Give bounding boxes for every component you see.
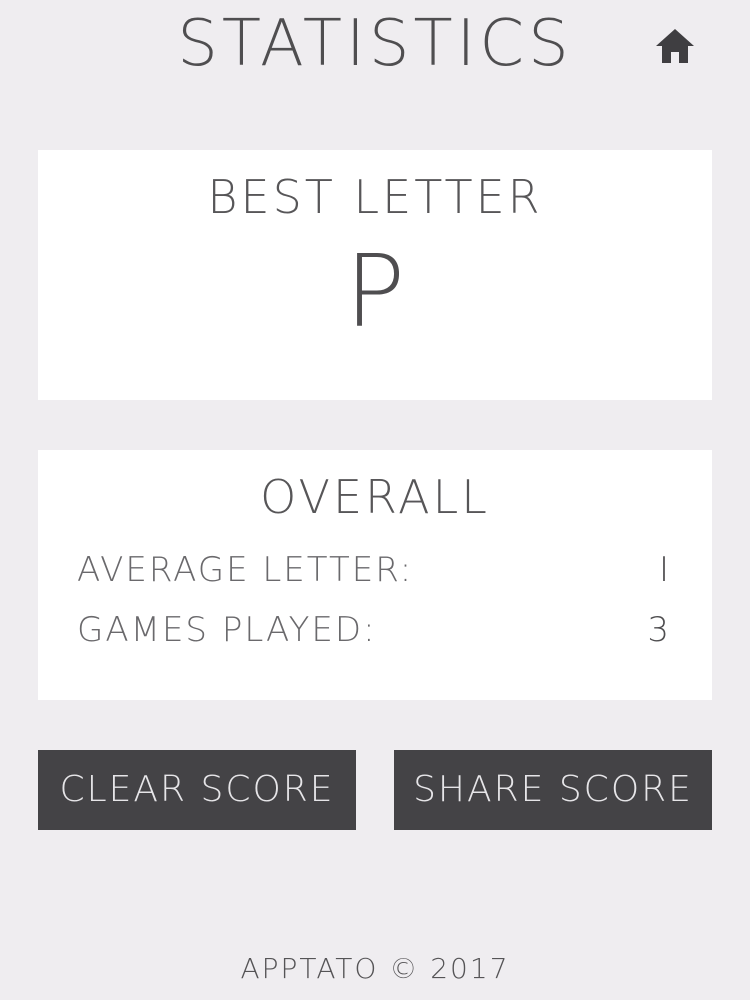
share-score-button[interactable]: SHARE SCORE — [394, 750, 712, 830]
average-letter-label: AVERAGE LETTER: — [77, 550, 414, 590]
best-letter-value: P — [344, 233, 406, 350]
best-letter-card: BEST LETTER P — [38, 150, 712, 400]
best-letter-heading: BEST LETTER — [207, 170, 543, 224]
games-played-value: 3 — [647, 610, 671, 650]
games-played-label: GAMES PLAYED: — [77, 610, 377, 650]
clear-score-button[interactable]: CLEAR SCORE — [38, 750, 356, 830]
page-title: STATISTICS — [177, 7, 573, 81]
overall-card: OVERALL AVERAGE LETTER: I GAMES PLAYED: … — [38, 450, 712, 700]
footer-copyright: APPTATO © 2017 — [240, 952, 510, 985]
home-button[interactable] — [654, 26, 696, 66]
average-letter-value: I — [658, 550, 671, 590]
home-icon — [656, 29, 694, 63]
overall-heading: OVERALL — [260, 470, 490, 524]
